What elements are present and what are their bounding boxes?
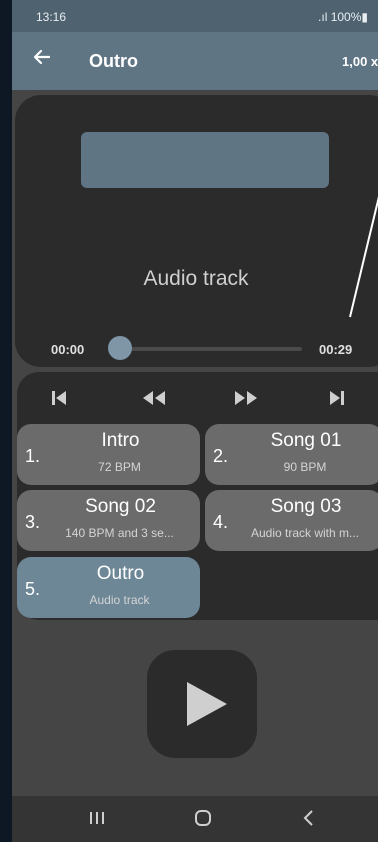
fast-forward-icon[interactable] <box>231 386 261 410</box>
status-time: 13:16 <box>36 10 67 24</box>
track-detail: 72 BPM <box>98 460 141 474</box>
track-name: Intro <box>101 430 140 451</box>
nav-back-icon[interactable] <box>298 808 320 833</box>
elapsed-time: 00:00 <box>51 342 85 357</box>
track-name: Outro <box>96 563 145 584</box>
fast-forward-icon-glyph <box>235 391 257 405</box>
track-detail: 140 BPM and 3 se... <box>65 526 174 540</box>
rewind-icon[interactable] <box>139 386 169 410</box>
track-number: 2. <box>213 446 229 466</box>
track-detail: 90 BPM <box>283 460 327 474</box>
seek-thumb[interactable] <box>108 336 132 360</box>
total-time: 00:29 <box>319 342 353 357</box>
system-nav-bar <box>12 796 378 842</box>
track-item-5[interactable]: 5. Outro Audio track <box>17 557 200 618</box>
back-icon <box>303 810 313 826</box>
track-number: 3. <box>25 512 41 532</box>
skip-next-icon-glyph <box>330 391 344 405</box>
back-arrow-icon[interactable] <box>30 47 54 71</box>
seek-bar[interactable] <box>117 347 302 351</box>
track-item-4[interactable]: 4. Song 03 Audio track with m... <box>205 490 378 551</box>
playback-speed[interactable]: 1,00 x <box>342 54 378 69</box>
status-battery: .ıl 100%▮ <box>318 10 368 24</box>
status-bar: 13:16 .ıl 100%▮ <box>12 0 378 32</box>
track-name: Song 03 <box>270 496 342 517</box>
app-screen: 13:16 .ıl 100%▮ Outro 1,00 x Audio track… <box>12 0 378 842</box>
track-name: Song 01 <box>270 430 342 451</box>
track-number: 4. <box>213 512 229 532</box>
top-app-bar: Outro 1,00 x <box>12 32 378 90</box>
recent-apps-icon[interactable] <box>86 808 108 833</box>
track-item-1[interactable]: 1. Intro 72 BPM <box>17 424 200 485</box>
track-item-2[interactable]: 2. Song 01 90 BPM <box>205 424 378 485</box>
track-detail: Audio track with m... <box>250 526 360 540</box>
recent-apps-icon-glyph <box>90 812 104 824</box>
track-detail: Audio track <box>89 593 150 607</box>
skip-previous-icon[interactable] <box>47 386 77 410</box>
page-title: Outro <box>89 51 138 71</box>
home-icon[interactable] <box>192 808 214 833</box>
player-card: Audio track 00:00 00:29 <box>15 95 378 367</box>
track-number: 1. <box>25 446 41 466</box>
track-name: Song 02 <box>85 496 156 517</box>
playlist-card: 1. Intro 72 BPM 2. Song 01 90 BPM 3. Son… <box>17 372 378 620</box>
track-number: 5. <box>25 579 41 599</box>
annotation-arrow <box>349 196 378 318</box>
play-icon <box>187 682 227 726</box>
play-button[interactable] <box>147 650 257 758</box>
rewind-icon-glyph <box>143 391 165 405</box>
skip-previous-icon-glyph <box>52 391 66 405</box>
home-icon-glyph <box>195 810 211 826</box>
track-item-3[interactable]: 3. Song 02 140 BPM and 3 se... <box>17 490 200 551</box>
skip-next-icon[interactable] <box>325 386 355 410</box>
back-arrow-icon-glyph <box>33 49 51 65</box>
